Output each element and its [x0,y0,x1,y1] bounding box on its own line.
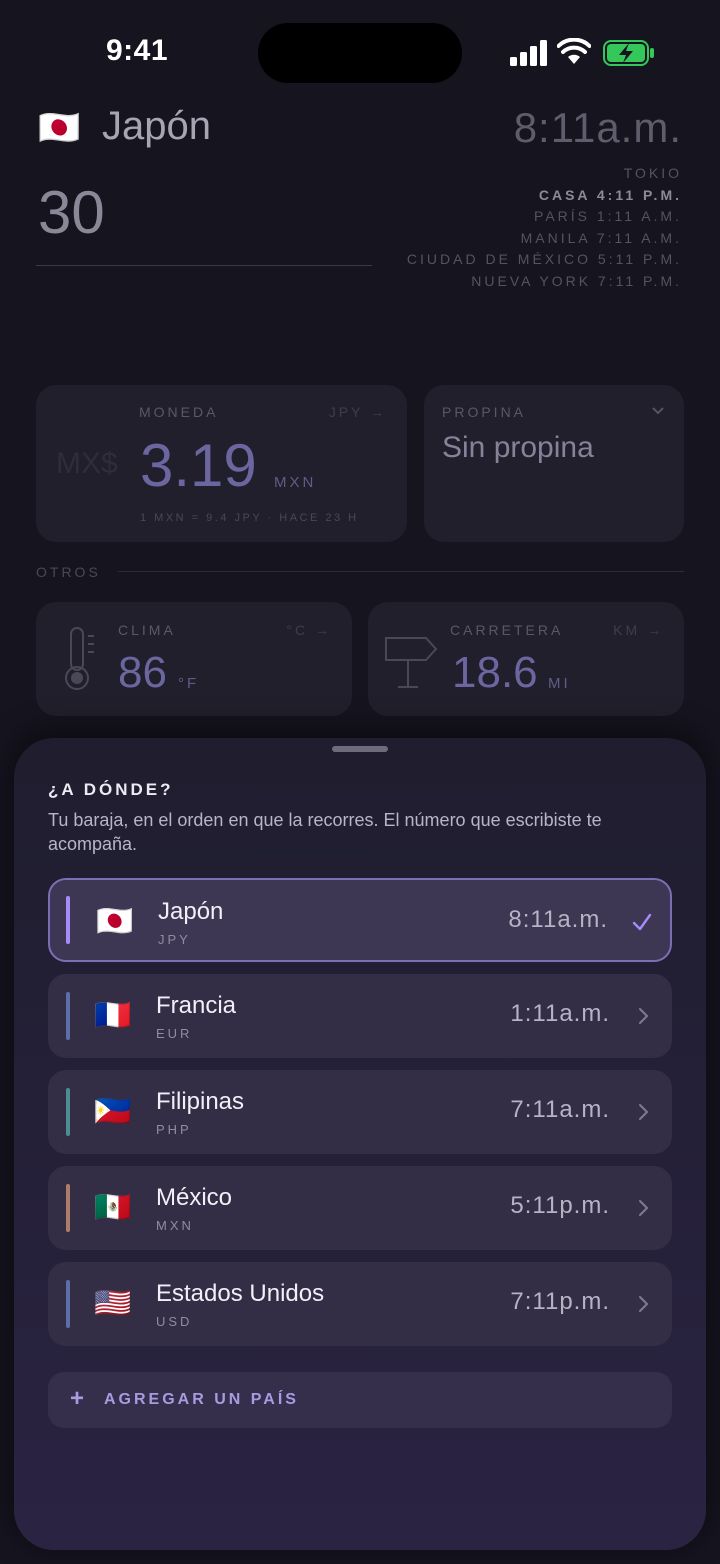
country-name: Francia [156,992,237,1019]
sheet-drag-handle[interactable] [332,746,388,752]
country-flag-icon: 🇲🇽 [94,1191,132,1224]
tip-card-label: PROPINA [442,404,527,420]
city-time-row: CIUDAD DE MÉXICO 5:11 P.M. [406,251,682,267]
thermometer-icon [65,627,94,690]
road-value: 18.6 [452,648,538,697]
country-name: Japón [158,898,224,925]
currency-card-label: MONEDA [139,404,219,420]
city-time-row: MANILA 7:11 A.M. [520,229,682,246]
country-name[interactable]: Japón [102,104,211,149]
currency-code: PHP [156,1122,192,1137]
currency-switch-button[interactable]: JPY → [329,404,387,420]
country-row-4[interactable]: 🇲🇽 México MXN 5:11p.m. [48,1166,672,1250]
currency-code: USD [156,1314,193,1329]
amount-display[interactable]: 30 [38,178,105,247]
city-time-row-home: CASA 4:11 P.M. [538,186,682,203]
amount-underline [36,265,372,266]
city-time-list: TOKIO CASA 4:11 P.M. PARÍS 1:11 A.M. MAN… [407,163,682,292]
tip-card[interactable]: PROPINA Sin propina [424,385,684,542]
city-time-row: TOKIO [623,165,682,181]
country-flag-icon: 🇫🇷 [94,999,132,1032]
plus-icon: + [70,1385,85,1412]
currency-card[interactable]: MONEDA JPY → MX$ 3.19 MXN 1 MXN = 9.4 JP… [36,385,407,542]
signpost-icon [385,637,438,688]
country-name: México [156,1184,233,1211]
sheet-title: ¿A DÓNDE? [48,780,174,799]
country-name: Filipinas [156,1088,245,1115]
add-country-label: AGREGAR UN PAÍS [104,1391,299,1408]
local-time: 8:11a.m. [513,104,682,151]
destination-sheet: ¿A DÓNDE? Tu baraja, en el orden en que … [14,738,706,1550]
country-accent-bar [66,1280,70,1328]
chevron-right-icon [639,1104,648,1120]
country-row-5[interactable]: 🇺🇸 Estados Unidos USD 7:11p.m. [48,1262,672,1346]
weather-card[interactable]: CLIMA °C → 86 °F [36,602,352,716]
city-time-row: NUEVA YORK 7:11 P.M. [471,272,682,289]
city-time-row: PARÍS 1:11 A.M. [534,208,682,224]
chevron-right-icon [639,1296,648,1312]
currency-value: 3.19 [140,432,257,499]
currency-unit: MXN [274,474,317,491]
road-unit: MI [548,675,571,692]
country-flag-icon: 🇺🇸 [94,1287,132,1320]
country-name: Estados Unidos [156,1280,325,1307]
currency-code: EUR [156,1026,193,1041]
add-country-button[interactable]: + AGREGAR UN PAÍS [48,1372,672,1428]
converter-screen: 🇯🇵 Japón 30 8:11a.m. TOKIO CASA 4:11 P.M… [0,0,720,740]
country-accent-bar [66,1184,70,1232]
weather-value: 86 [118,648,167,697]
country-accent-bar [66,1088,70,1136]
currency-symbol: MX$ [56,447,118,480]
tip-value: Sin propina [442,431,594,464]
exchange-rate: 1 MXN = 9.4 JPY · HACE 23 H [140,512,359,524]
road-card[interactable]: CARRETERA KM → 18.6 MI [368,602,684,716]
country-flag: 🇯🇵 [38,109,81,147]
sheet-description: Tu baraja, en el orden en que la recorre… [48,810,602,854]
country-row-1[interactable]: 🇯🇵 Japón JPY 8:11a.m. [48,878,672,962]
country-time: 1:11a.m. [510,1000,610,1027]
currency-code: MXN [156,1218,194,1233]
road-card-label: CARRETERA [450,622,564,638]
country-row-3[interactable]: 🇵🇭 Filipinas PHP 7:11a.m. [48,1070,672,1154]
country-time: 8:11a.m. [508,906,608,933]
country-time: 7:11p.m. [510,1288,610,1315]
section-divider [118,571,684,572]
chevron-right-icon [639,1200,648,1216]
weather-card-label: CLIMA [118,622,176,638]
chevron-down-icon [652,407,664,415]
country-row-2[interactable]: 🇫🇷 Francia EUR 1:11a.m. [48,974,672,1058]
country-flag-icon: 🇵🇭 [94,1095,132,1128]
checkmark-icon [632,913,652,931]
chevron-right-icon [639,1008,648,1024]
country-accent-bar [66,896,70,944]
weather-unit: °F [178,675,200,692]
country-flag-icon: 🇯🇵 [96,905,134,938]
currency-code: JPY [158,932,191,947]
weather-switch-button[interactable]: °C → [286,622,332,638]
country-accent-bar [66,992,70,1040]
country-time: 7:11a.m. [510,1096,610,1123]
road-switch-button[interactable]: KM → [613,622,664,638]
country-time: 5:11p.m. [510,1192,610,1219]
section-label-otros: OTROS [36,564,101,580]
